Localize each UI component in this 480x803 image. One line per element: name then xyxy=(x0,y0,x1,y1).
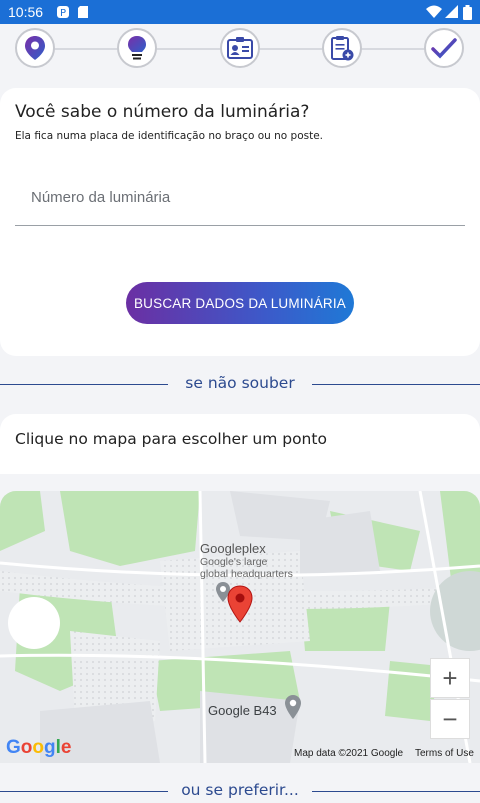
svg-text:P: P xyxy=(60,8,66,19)
zoom-out-button[interactable]: − xyxy=(430,699,470,739)
zoom-in-button[interactable]: + xyxy=(430,658,470,698)
lamp-question-title: Você sabe o número da luminária? xyxy=(15,102,310,122)
step-location[interactable] xyxy=(15,28,55,68)
sd-card-icon xyxy=(77,5,89,23)
progress-stepper xyxy=(0,24,480,76)
map-building-label: Google B43 xyxy=(208,703,277,718)
step-lamp[interactable] xyxy=(117,28,157,68)
lamp-number-card: Você sabe o número da luminária? Ela fic… xyxy=(0,88,480,356)
lamp-question-subtitle: Ela fica numa placa de identificação no … xyxy=(15,130,324,142)
location-pin-icon xyxy=(25,36,45,60)
status-bar: 10:56 P xyxy=(0,0,480,24)
map-data-attribution: Map data ©2021 Google xyxy=(294,748,404,759)
id-card-icon xyxy=(227,37,253,59)
status-time: 10:56 xyxy=(8,4,44,20)
building-pin-icon[interactable] xyxy=(284,694,302,720)
lamp-number-field[interactable] xyxy=(15,174,465,226)
signal-icon xyxy=(445,5,458,23)
checkmark-icon xyxy=(431,38,457,59)
selected-location-marker-icon[interactable] xyxy=(227,585,253,623)
search-lamp-button[interactable]: BUSCAR DADOS DA LUMINÁRIA xyxy=(126,282,354,324)
map-place-desc-2: global headquarters xyxy=(200,568,293,580)
wifi-icon xyxy=(426,5,442,23)
divider-or-prefer: ou se preferir... xyxy=(0,779,480,803)
map-canvas xyxy=(0,491,480,763)
lamp-number-input[interactable] xyxy=(15,174,465,220)
terms-of-use-link[interactable]: Terms of Use xyxy=(415,748,474,759)
map-place-name: Googleplex xyxy=(200,541,266,556)
divider-if-unknown: se não souber xyxy=(0,372,480,396)
map-place-desc-1: Google's large xyxy=(200,556,268,568)
step-identification[interactable] xyxy=(220,28,260,68)
divider-label: ou se preferir... xyxy=(171,781,309,799)
app-notification-icon: P xyxy=(56,5,70,23)
lightbulb-icon xyxy=(128,36,146,60)
clipboard-add-icon xyxy=(331,36,354,61)
google-logo: Google xyxy=(6,737,72,758)
map-view[interactable]: Googleplex Google's large global headqua… xyxy=(0,491,480,763)
step-confirm[interactable] xyxy=(424,28,464,68)
step-details[interactable] xyxy=(322,28,362,68)
battery-icon xyxy=(463,5,472,24)
map-card-title: Clique no mapa para escolher um ponto xyxy=(15,430,327,448)
map-card: Clique no mapa para escolher um ponto xyxy=(0,414,480,474)
divider-label: se não souber xyxy=(175,374,305,392)
